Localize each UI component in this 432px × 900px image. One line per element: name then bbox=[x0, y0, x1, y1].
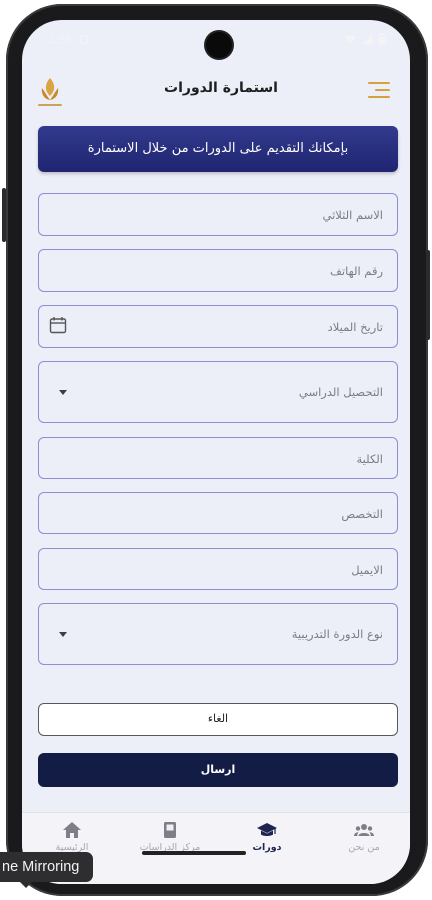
status-icons bbox=[344, 33, 386, 45]
status-time: 1:56 bbox=[50, 34, 72, 46]
page-title: استمارة الدورات bbox=[164, 80, 278, 96]
phone-placeholder: رقم الهاتف bbox=[330, 264, 383, 278]
course-type-placeholder: نوع الدورة التدريبية bbox=[291, 627, 383, 641]
nav-item-courses[interactable]: دورات bbox=[227, 821, 307, 853]
submit-button[interactable]: ارسال bbox=[38, 753, 398, 787]
nav-label-about: من نحن bbox=[348, 842, 380, 853]
tooltip-arrow bbox=[20, 882, 32, 888]
birthdate-placeholder: تاريخ الميلاد bbox=[327, 320, 383, 334]
cancel-button[interactable]: الغاء bbox=[38, 703, 398, 736]
education-select[interactable]: التحصيل الدراسي bbox=[38, 361, 398, 423]
specialization-placeholder: التخصص bbox=[341, 507, 383, 521]
education-placeholder: التحصيل الدراسي bbox=[298, 385, 383, 399]
specialization-field[interactable]: التخصص bbox=[38, 492, 398, 534]
nav-item-home[interactable]: الرئيسية bbox=[32, 821, 112, 853]
menu-button[interactable] bbox=[366, 82, 390, 100]
menu-line bbox=[368, 82, 390, 84]
tooltip: ne Mirroring bbox=[0, 852, 94, 882]
battery-icon bbox=[379, 33, 386, 45]
course-type-select[interactable]: نوع الدورة التدريبية bbox=[38, 603, 398, 665]
email-placeholder: الايميل bbox=[351, 563, 383, 577]
status-bar: 1:56 bbox=[22, 20, 410, 62]
nav-item-about[interactable]: من نحن bbox=[324, 821, 404, 853]
full-name-field[interactable]: الاسم الثلاثي bbox=[38, 193, 398, 236]
home-icon bbox=[63, 822, 81, 838]
calendar-icon[interactable] bbox=[49, 316, 67, 334]
chevron-down-icon bbox=[59, 632, 67, 637]
college-field[interactable]: الكلية bbox=[38, 437, 398, 479]
signal-icon bbox=[362, 34, 373, 44]
front-camera bbox=[206, 32, 232, 58]
email-field[interactable]: الايميل bbox=[38, 548, 398, 590]
nav-item-studies-center[interactable]: مركز الدراسات bbox=[130, 821, 210, 853]
home-indicator bbox=[142, 851, 246, 855]
info-banner: بإمكانك التقديم على الدورات من خلال الاس… bbox=[38, 126, 398, 172]
full-name-placeholder: الاسم الثلاثي bbox=[322, 208, 383, 222]
notification-icon bbox=[80, 35, 88, 44]
birthdate-field[interactable]: تاريخ الميلاد bbox=[38, 305, 398, 348]
group-icon bbox=[354, 824, 374, 836]
chevron-down-icon bbox=[59, 390, 67, 395]
graduation-cap-icon bbox=[257, 823, 277, 836]
app-bar: استمارة الدورات bbox=[22, 62, 410, 118]
phone-field[interactable]: رقم الهاتف bbox=[38, 249, 398, 292]
volume-button bbox=[2, 188, 6, 242]
wifi-icon bbox=[344, 34, 356, 44]
college-placeholder: الكلية bbox=[356, 452, 384, 466]
book-icon bbox=[164, 822, 176, 838]
app-screen: 1:56 استمارة الدورات بإمكانك التقديم على… bbox=[22, 20, 410, 884]
menu-line bbox=[375, 89, 390, 91]
power-button bbox=[426, 250, 430, 340]
menu-line bbox=[368, 96, 390, 98]
